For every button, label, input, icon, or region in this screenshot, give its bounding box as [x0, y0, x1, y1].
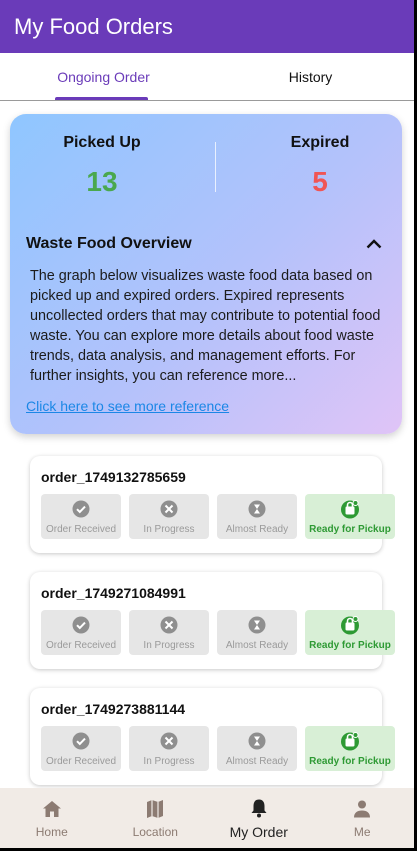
- utensils-icon: [159, 499, 179, 519]
- screen: My Food Orders Ongoing Order History Pic…: [0, 0, 414, 848]
- step-almost-ready: Almost Ready: [217, 494, 297, 539]
- step-label: Order Received: [45, 639, 117, 651]
- picked-up-stat: Picked Up 13: [22, 134, 182, 198]
- step-in-progress: In Progress: [129, 726, 209, 771]
- step-ready-for-pickup: Ready for Pickup: [305, 494, 395, 539]
- expired-count: 5: [312, 166, 328, 197]
- bell-icon: [248, 797, 270, 819]
- home-icon: [41, 798, 63, 820]
- check-circle-icon: [71, 731, 91, 751]
- tab-history[interactable]: History: [207, 53, 414, 100]
- overview-description: The graph below visualizes waste food da…: [30, 268, 381, 384]
- step-label: Order Received: [45, 523, 117, 535]
- step-label: Ready for Pickup: [309, 639, 391, 651]
- step-order-received: Order Received: [41, 494, 121, 539]
- tab-bar: Ongoing Order History: [0, 53, 414, 101]
- shopping-bag-icon: [340, 615, 360, 635]
- step-label: In Progress: [143, 755, 195, 767]
- nav-label: Me: [353, 824, 371, 839]
- app-bar: My Food Orders: [0, 0, 414, 53]
- nav-label: Location: [132, 824, 178, 839]
- person-icon: [351, 798, 373, 820]
- step-in-progress: In Progress: [129, 610, 209, 655]
- order-card[interactable]: order_1749271084991 Order Received In Pr…: [30, 572, 395, 669]
- nav-item-me[interactable]: Me: [311, 788, 415, 848]
- nav-item-home[interactable]: Home: [0, 788, 104, 848]
- order-card[interactable]: order_1749273881144 Order Received In Pr…: [30, 688, 395, 785]
- step-label: Ready for Pickup: [309, 523, 391, 535]
- step-label: In Progress: [143, 639, 195, 651]
- step-label: Ready for Pickup: [309, 755, 391, 767]
- step-almost-ready: Almost Ready: [217, 610, 297, 655]
- step-ready-for-pickup: Ready for Pickup: [305, 610, 395, 655]
- nav-label: My Order: [229, 823, 288, 840]
- tab-label: History: [288, 68, 333, 85]
- order-progress-steps: Order Received In Progress Almost Ready: [41, 494, 395, 539]
- step-label: Almost Ready: [225, 639, 289, 651]
- tab-ongoing-order[interactable]: Ongoing Order: [0, 53, 207, 100]
- tab-indicator: [55, 97, 148, 100]
- stat-divider: [215, 142, 216, 192]
- step-almost-ready: Almost Ready: [217, 726, 297, 771]
- reference-link[interactable]: Click here to see more reference: [26, 398, 229, 414]
- hourglass-icon: [247, 615, 267, 635]
- picked-up-label: Picked Up: [63, 134, 141, 151]
- step-label: Almost Ready: [225, 755, 289, 767]
- step-in-progress: In Progress: [129, 494, 209, 539]
- order-id: order_1749273881144: [41, 701, 186, 717]
- check-circle-icon: [71, 615, 91, 635]
- summary-card: Picked Up 13 Expired 5 Waste Food Overvi…: [10, 114, 402, 434]
- utensils-icon: [159, 731, 179, 751]
- page-title: My Food Orders: [14, 13, 173, 39]
- order-card[interactable]: order_1749132785659 Order Received In Pr…: [30, 456, 395, 553]
- order-progress-steps: Order Received In Progress Almost Ready: [41, 610, 395, 655]
- step-ready-for-pickup: Ready for Pickup: [305, 726, 395, 771]
- order-id: order_1749271084991: [41, 585, 186, 601]
- map-icon: [144, 798, 166, 820]
- tab-label: Ongoing Order: [57, 68, 150, 85]
- nav-item-my-order[interactable]: My Order: [207, 788, 311, 848]
- check-circle-icon: [71, 499, 91, 519]
- nav-item-location[interactable]: Location: [104, 788, 208, 848]
- step-label: In Progress: [143, 523, 195, 535]
- shopping-bag-icon: [340, 499, 360, 519]
- bottom-nav: Home Location My Order Me: [0, 788, 414, 848]
- step-order-received: Order Received: [41, 610, 121, 655]
- order-progress-steps: Order Received In Progress Almost Ready: [41, 726, 395, 771]
- hourglass-icon: [247, 499, 267, 519]
- overview-header[interactable]: Waste Food Overview: [26, 232, 386, 256]
- order-id: order_1749132785659: [41, 469, 186, 485]
- overview-title: Waste Food Overview: [26, 235, 192, 252]
- picked-up-count: 13: [86, 166, 118, 197]
- expired-label: Expired: [290, 134, 350, 151]
- utensils-icon: [159, 615, 179, 635]
- order-list[interactable]: Picked Up 13 Expired 5 Waste Food Overvi…: [0, 102, 414, 788]
- shopping-bag-icon: [340, 731, 360, 751]
- expired-stat: Expired 5: [240, 134, 400, 198]
- hourglass-icon: [247, 731, 267, 751]
- step-order-received: Order Received: [41, 726, 121, 771]
- step-label: Almost Ready: [225, 523, 289, 535]
- nav-label: Home: [35, 824, 68, 839]
- chevron-up-icon[interactable]: [362, 232, 386, 256]
- step-label: Order Received: [45, 755, 117, 767]
